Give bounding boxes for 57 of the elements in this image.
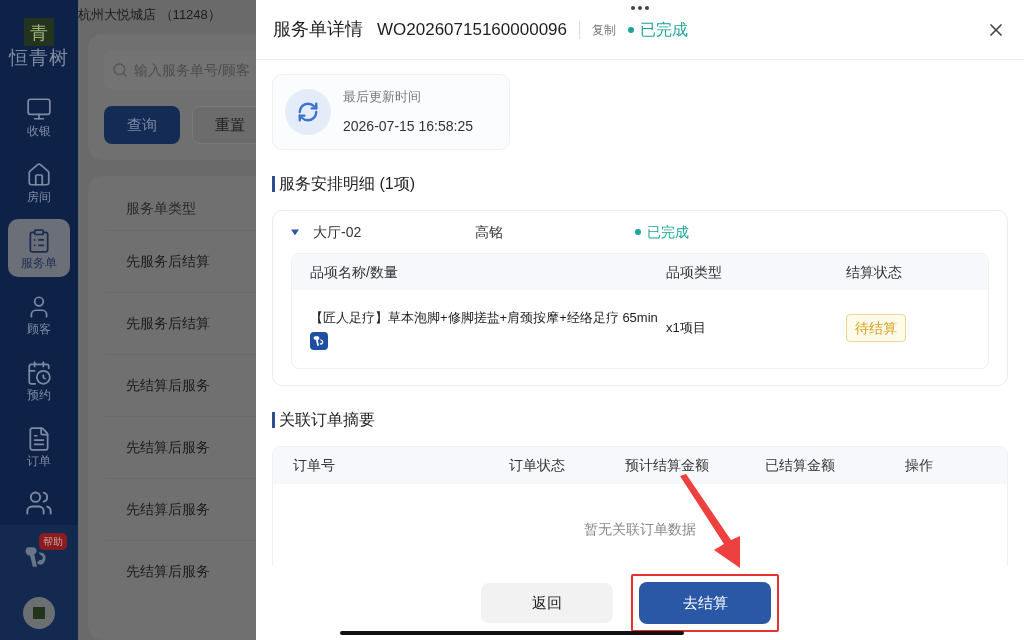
staff-name: 高铭 (475, 222, 504, 242)
item-type: x1项目 (666, 319, 707, 337)
update-time: 2026-07-15 16:58:25 (343, 117, 473, 137)
sidebar-item[interactable]: 房间 (8, 153, 70, 211)
column-header: 订单号 (293, 456, 336, 475)
table-cell-text: 先结算后服务 (126, 500, 210, 519)
sidebar-item[interactable]: 预约 (8, 351, 70, 409)
column-header: 操作 (905, 456, 933, 475)
empty-message: 暂无关联订单数据 (584, 519, 696, 539)
sidebar-item[interactable]: 服务单 (8, 219, 70, 277)
logo-mark: 青 (24, 18, 54, 46)
expand-caret-icon[interactable] (291, 228, 299, 236)
clipboard-icon (26, 227, 52, 254)
order-number: WO20260715160000096 (377, 18, 567, 41)
table-cell-text: 先服务后结算 (126, 252, 210, 271)
table-cell-text: 先结算后服务 (126, 562, 210, 581)
users-icon[interactable] (25, 489, 53, 517)
section-title: 关联订单摘要 (279, 410, 375, 430)
sidebar-item[interactable]: 订单 (8, 417, 70, 475)
table-cell-text: 先结算后服务 (126, 376, 210, 395)
query-button[interactable]: 查询 (104, 106, 180, 144)
status-text: 已完成 (640, 19, 688, 40)
avatar-logo-icon (33, 607, 45, 619)
drawer-title: 服务单详情 (273, 18, 363, 41)
update-label: 最后更新时间 (343, 87, 422, 106)
refresh-icon (285, 89, 331, 135)
service-logo-icon (310, 331, 328, 350)
status-text: 已完成 (647, 222, 689, 242)
document-icon (26, 425, 52, 452)
table-cell-text: 先结算后服务 (126, 438, 210, 457)
calendar-clock-icon (26, 359, 52, 386)
help-badge: 帮助 (39, 533, 67, 550)
house-icon (26, 161, 52, 188)
settle-button[interactable]: 去结算 (639, 582, 771, 624)
reset-button[interactable]: 重置 (192, 106, 256, 144)
store-name: 杭州大悦城店 （11248） (78, 6, 222, 25)
column-header: 订单状态 (509, 456, 566, 475)
copy-link[interactable]: 复制 (592, 20, 616, 39)
search-icon (112, 62, 128, 78)
settlement-badge: 待结算 (846, 314, 906, 342)
column-header: 结算状态 (846, 262, 902, 282)
sidebar-item[interactable]: 收银 (8, 87, 70, 145)
room-name: 大厅-02 (313, 222, 363, 242)
item-name: 【匠人足疗】草本泡脚+修脚搓盐+肩颈按摩+经络足疗 65min (310, 309, 659, 327)
monitor-icon (26, 95, 52, 122)
table-cell-text: 先服务后结算 (126, 314, 210, 333)
back-button[interactable]: 返回 (481, 583, 613, 623)
column-header: 预计结算金额 (625, 456, 710, 475)
column-header: 品项名称/数量 (310, 262, 399, 282)
column-header: 已结算金额 (765, 456, 836, 475)
avatar[interactable] (23, 597, 55, 629)
section-title: 服务安排明细 (1项) (279, 174, 415, 194)
drag-handle[interactable] (631, 6, 649, 10)
sidebar-item[interactable]: 顾客 (8, 285, 70, 343)
column-header: 品项类型 (666, 262, 723, 282)
logo-text: 恒青树 (9, 48, 69, 67)
column-header: 服务单类型 (125, 198, 197, 218)
